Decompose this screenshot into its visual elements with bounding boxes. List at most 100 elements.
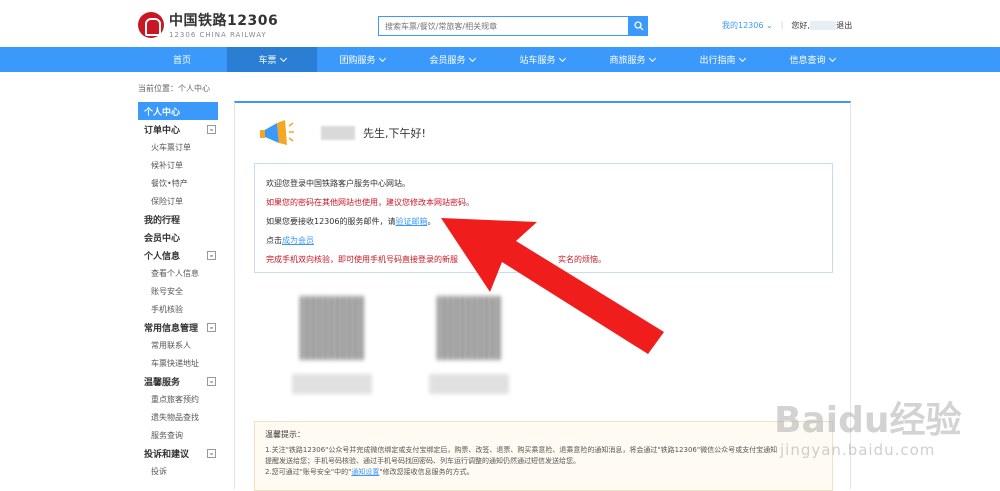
collapse-toggle-icon[interactable]: - bbox=[207, 124, 216, 134]
sidebar-item-label: 个人中心 bbox=[144, 107, 181, 118]
verify-email-link[interactable]: 验证邮箱 bbox=[395, 217, 427, 226]
nav-item[interactable]: 信息查询 bbox=[767, 47, 857, 72]
sidebar-item[interactable]: 个人中心 bbox=[138, 102, 218, 120]
logout-link[interactable]: 退出 bbox=[836, 21, 852, 30]
sidebar-item-label: 手机核验 bbox=[151, 304, 183, 314]
sidebar-item[interactable]: 遗失物品查找 bbox=[138, 408, 218, 426]
nav-item[interactable]: 站车服务 bbox=[497, 47, 587, 72]
search-button[interactable] bbox=[629, 16, 648, 36]
alipay-qr-code bbox=[437, 296, 501, 360]
username-blurred bbox=[321, 126, 355, 140]
member-line-text: 点击 bbox=[266, 236, 282, 245]
nav-item[interactable]: 会员服务 bbox=[407, 47, 497, 72]
sidebar-item[interactable]: 服务查询 bbox=[138, 426, 218, 444]
sidebar-item-label: 常用联系人 bbox=[151, 340, 191, 350]
info-box: 欢迎您登录中国铁路客户服务中心网站。 如果您的密码在其他网站也使用，建议您修改本… bbox=[254, 163, 833, 273]
sidebar: 个人中心订单中心 - 火车票订单候补订单餐饮•特产保险订单我的行程会员中心个人信息 -… bbox=[138, 102, 218, 480]
logo-title: 中国铁路12306 bbox=[169, 13, 279, 29]
sidebar-item[interactable]: 会员中心 bbox=[138, 228, 218, 246]
sidebar-item[interactable]: 投诉 bbox=[138, 462, 218, 480]
member-line: 点击成为会员 bbox=[266, 231, 821, 250]
chevron-down-icon bbox=[558, 54, 566, 62]
sidebar-item-label: 投诉和建议 bbox=[144, 449, 190, 460]
nav-item-label: 会员服务 bbox=[429, 56, 466, 66]
welcome-row: 先生,下午好! bbox=[257, 118, 426, 148]
sidebar-item-label: 遗失物品查找 bbox=[151, 412, 199, 422]
logo-subtitle: 12306 CHINA RAILWAY bbox=[169, 31, 267, 39]
sidebar-item-label: 温馨服务 bbox=[144, 377, 181, 388]
nav-item[interactable]: 商旅服务 bbox=[587, 47, 677, 72]
sidebar-item[interactable]: 投诉和建议 - bbox=[138, 444, 218, 462]
sidebar-item-label: 服务查询 bbox=[151, 430, 183, 440]
sidebar-item[interactable]: 餐饮•特产 bbox=[138, 174, 218, 192]
header: 中国铁路12306 12306 CHINA RAILWAY 我的12306 ⌄ … bbox=[0, 0, 1000, 47]
sidebar-item-label: 保险订单 bbox=[151, 196, 183, 206]
qr-caption-blurred bbox=[429, 374, 509, 394]
divider: | bbox=[780, 20, 784, 29]
nav-item[interactable]: 团购服务 bbox=[317, 47, 407, 72]
password-warning: 如果您的密码在其他网站也使用，建议您修改本网站密码。 bbox=[266, 198, 474, 207]
collapse-toggle-icon[interactable]: - bbox=[207, 250, 216, 260]
alipay-qr-block bbox=[429, 296, 509, 394]
main-panel: 先生,下午好! 欢迎您登录中国铁路客户服务中心网站。 如果您的密码在其他网站也使… bbox=[234, 101, 851, 491]
watermark-url: jingyan.baidu.com bbox=[780, 441, 936, 459]
sidebar-item-label: 会员中心 bbox=[144, 233, 181, 244]
sidebar-item[interactable]: 火车票订单 bbox=[138, 138, 218, 156]
nav-item-label: 出行指南 bbox=[699, 56, 736, 66]
user-greeting: 您好, 退出 bbox=[791, 20, 852, 31]
sidebar-item[interactable]: 温馨服务 - bbox=[138, 372, 218, 390]
nav-item[interactable]: 车票 bbox=[227, 47, 317, 72]
chevron-down-icon bbox=[279, 54, 287, 62]
sidebar-item-label: 餐饮•特产 bbox=[151, 178, 188, 188]
sidebar-item[interactable]: 个人信息 - bbox=[138, 246, 218, 264]
chevron-down-icon bbox=[828, 54, 836, 62]
site-logo[interactable]: 中国铁路12306 12306 CHINA RAILWAY bbox=[138, 10, 278, 39]
sidebar-item[interactable]: 车票快递地址 bbox=[138, 354, 218, 372]
breadcrumb: 当前位置：个人中心 bbox=[138, 84, 210, 93]
collapse-toggle-icon[interactable]: - bbox=[207, 448, 216, 458]
sidebar-item[interactable]: 保险订单 bbox=[138, 192, 218, 210]
phone-verify-text: 完成手机双向核验，即可使用手机号码直接登录的新服 bbox=[266, 255, 458, 264]
greeting-text: 先生,下午好! bbox=[363, 127, 426, 140]
collapse-toggle-icon[interactable]: - bbox=[207, 322, 216, 332]
qr-caption-blurred bbox=[292, 374, 372, 394]
tips-line: 1.关注"铁路12306"公众号并完成微信绑定或支付宝绑定后，购票、改签、退票、… bbox=[265, 446, 778, 454]
username-blurred bbox=[809, 21, 837, 30]
sidebar-item-label: 个人信息 bbox=[144, 251, 181, 262]
sidebar-item[interactable]: 查看个人信息 bbox=[138, 264, 218, 282]
sidebar-item-label: 常用信息管理 bbox=[144, 323, 199, 334]
sidebar-item[interactable]: 常用信息管理 - bbox=[138, 318, 218, 336]
sidebar-item-label: 投诉 bbox=[151, 466, 167, 476]
watermark-brand: Baidu经验 bbox=[774, 400, 962, 441]
sidebar-item[interactable]: 我的行程 bbox=[138, 210, 218, 228]
wechat-qr-code bbox=[300, 296, 364, 360]
notify-settings-link[interactable]: 通知设置 bbox=[351, 468, 379, 476]
user-area: 我的12306 ⌄ | 您好, 退出 bbox=[722, 20, 852, 31]
sidebar-item[interactable]: 账号安全 bbox=[138, 282, 218, 300]
greeting-prefix: 您好, bbox=[791, 21, 810, 30]
chevron-down-icon bbox=[738, 54, 746, 62]
sidebar-item-label: 候补订单 bbox=[151, 160, 183, 170]
tips-line-suffix: "修改您接收信息服务的方式。 bbox=[379, 468, 474, 476]
sidebar-item-label: 我的行程 bbox=[144, 215, 181, 226]
collapse-toggle-icon[interactable]: - bbox=[207, 376, 216, 386]
email-line-suffix: 。 bbox=[427, 217, 436, 226]
wechat-qr-block bbox=[292, 296, 372, 394]
sidebar-item[interactable]: 常用联系人 bbox=[138, 336, 218, 354]
nav-item[interactable]: 出行指南 bbox=[677, 47, 767, 72]
my12306-link[interactable]: 我的12306 ⌄ bbox=[722, 20, 773, 31]
nav-item-label: 站车服务 bbox=[519, 56, 556, 66]
phone-verify-notice: 完成手机双向核验，即可使用手机号码直接登录的新服 实名的烦恼。 bbox=[266, 250, 821, 269]
email-line: 如果您要接收12306的服务邮件，请验证邮箱。 bbox=[266, 212, 821, 231]
sidebar-item[interactable]: 手机核验 bbox=[138, 300, 218, 318]
sidebar-item[interactable]: 重点旅客预约 bbox=[138, 390, 218, 408]
tips-title: 温馨提示： bbox=[265, 430, 305, 439]
search-icon bbox=[633, 21, 643, 31]
become-member-link[interactable]: 成为会员 bbox=[282, 236, 314, 245]
search-input[interactable] bbox=[378, 16, 629, 36]
search-bar bbox=[378, 16, 648, 36]
sidebar-item[interactable]: 候补订单 bbox=[138, 156, 218, 174]
nav-item[interactable]: 首页 bbox=[137, 47, 227, 72]
sidebar-item-label: 重点旅客预约 bbox=[151, 394, 199, 404]
sidebar-item[interactable]: 订单中心 - bbox=[138, 120, 218, 138]
